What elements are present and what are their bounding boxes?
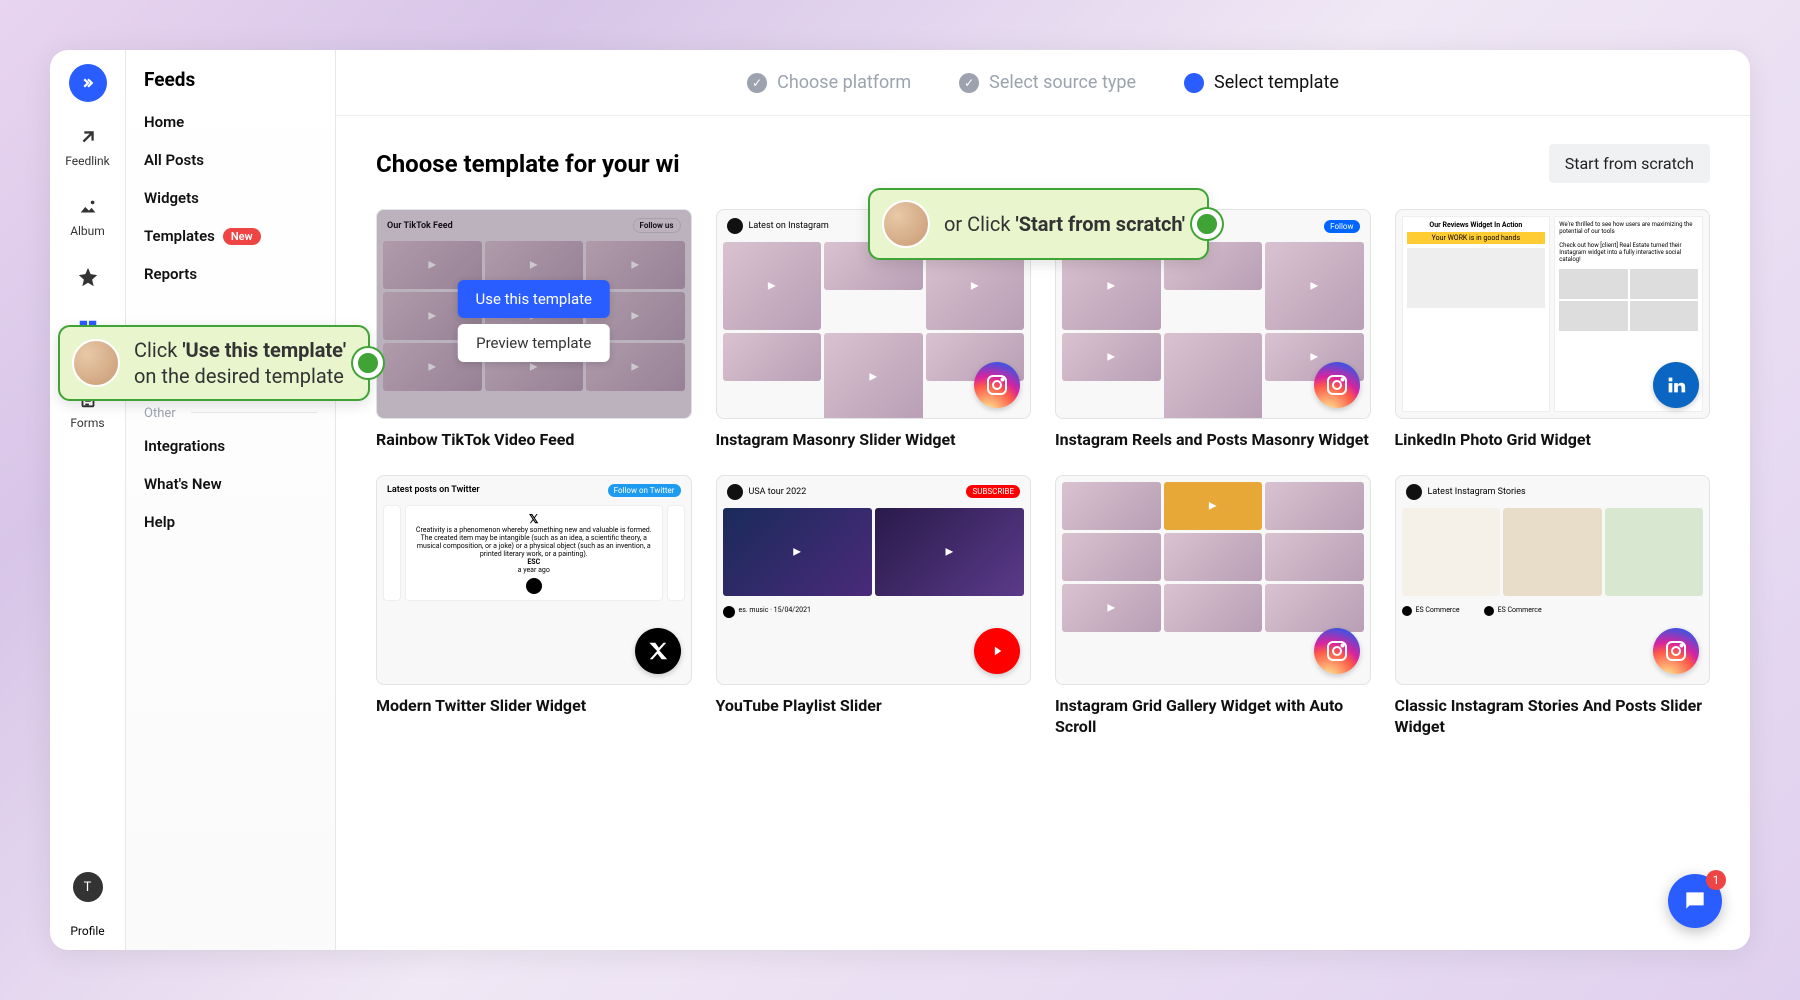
instagram-icon (1314, 628, 1360, 674)
sidebar-home[interactable]: Home (126, 103, 335, 141)
profile-label: Profile (70, 924, 104, 938)
start-from-scratch-button[interactable]: Start from scratch (1549, 144, 1710, 183)
thumb-header: USA tour 2022 (749, 487, 807, 497)
step-label: Select template (1214, 72, 1339, 93)
check-icon: ✓ (959, 73, 979, 93)
template-card[interactable]: USA tour 2022SUBSCRIBE es. music · 15/04… (716, 475, 1032, 738)
template-title: Rainbow TikTok Video Feed (376, 429, 692, 451)
template-title: Instagram Grid Gallery Widget with Auto … (1055, 695, 1371, 738)
rail-label: Album (70, 224, 105, 238)
template-title: LinkedIn Photo Grid Widget (1395, 429, 1711, 451)
check-icon: ✓ (747, 73, 767, 93)
template-card[interactable]: Our TikTok Feed Follow us Use this templ… (376, 209, 692, 451)
template-card[interactable]: Instagram Grid Gallery Widget with Auto … (1055, 475, 1371, 738)
tooltip-start-scratch: or Click 'Start from scratch' (868, 188, 1209, 260)
thumb-follow: SUBSCRIBE (966, 485, 1020, 498)
template-card[interactable]: Latest Instagram Stories ES CommerceES C… (1395, 475, 1711, 738)
stepper: ✓ Choose platform ✓ Select source type S… (336, 50, 1750, 116)
sidebar-templates[interactable]: Templates New (126, 217, 335, 255)
instagram-icon (1653, 628, 1699, 674)
linkedin-icon (1653, 362, 1699, 408)
rail-album[interactable]: Album (50, 190, 125, 242)
rail-label: Feedlink (65, 154, 110, 168)
sidebar-all-posts[interactable]: All Posts (126, 141, 335, 179)
thumb-header: Latest Instagram Stories (1428, 487, 1526, 497)
sidebar-reports[interactable]: Reports (126, 255, 335, 293)
template-card[interactable]: Our Reviews Widget In ActionYour WORK is… (1395, 209, 1711, 451)
tooltip-pointer-icon (353, 348, 383, 378)
new-badge: New (223, 228, 261, 245)
sidebar-whats-new[interactable]: What's New (126, 465, 335, 503)
x-icon (635, 628, 681, 674)
thumb-follow: Follow on Twitter (608, 484, 681, 497)
chat-button[interactable]: 1 (1668, 874, 1722, 928)
thumb-follow: Follow us (633, 218, 681, 233)
tooltip-avatar-icon (72, 339, 120, 387)
sidebar-title: Feeds (126, 50, 335, 103)
instagram-icon (974, 362, 1020, 408)
sidebar-widgets[interactable]: Widgets (126, 179, 335, 217)
template-card[interactable]: Latest posts on Twitter Follow on Twitter… (376, 475, 692, 738)
step-choose-platform[interactable]: ✓ Choose platform (747, 72, 911, 93)
rail-feedlink[interactable]: Feedlink (50, 120, 125, 172)
template-title: Instagram Masonry Slider Widget (716, 429, 1032, 451)
step-select-source[interactable]: ✓ Select source type (959, 72, 1136, 93)
youtube-icon (974, 628, 1020, 674)
tooltip-use-template: Click 'Use this template' on the desired… (58, 325, 370, 401)
step-select-template[interactable]: Select template (1184, 72, 1339, 93)
page-title: Choose template for your wi (376, 150, 680, 178)
chat-icon (1682, 888, 1708, 914)
instagram-icon (1314, 362, 1360, 408)
preview-template-button[interactable]: Preview template (457, 324, 610, 362)
tooltip-avatar-icon (882, 200, 930, 248)
image-icon (75, 194, 101, 220)
template-title: Instagram Reels and Posts Masonry Widget (1055, 429, 1371, 451)
rail-star[interactable] (50, 260, 125, 294)
thumb-header: Our Reviews Widget In Action (1429, 221, 1522, 229)
app-logo[interactable] (69, 64, 107, 102)
star-icon (75, 264, 101, 290)
sidebar-item-label: Templates (144, 227, 215, 245)
profile-avatar[interactable]: T (73, 872, 103, 902)
dot-icon (1184, 73, 1204, 93)
template-title: Classic Instagram Stories And Posts Slid… (1395, 695, 1711, 738)
arrow-up-right-icon (75, 124, 101, 150)
template-title: Modern Twitter Slider Widget (376, 695, 692, 717)
tooltip-pointer-icon (1192, 209, 1222, 239)
sidebar-help[interactable]: Help (126, 503, 335, 541)
sidebar-integrations[interactable]: Integrations (126, 427, 335, 465)
chat-badge: 1 (1706, 870, 1726, 890)
template-title: YouTube Playlist Slider (716, 695, 1032, 717)
step-label: Choose platform (777, 72, 911, 93)
thumb-header: Latest posts on Twitter (387, 485, 480, 495)
thumb-header: Our TikTok Feed (387, 221, 453, 231)
step-label: Select source type (989, 72, 1136, 93)
thumb-follow: Follow (1324, 220, 1359, 233)
use-this-template-button[interactable]: Use this template (457, 280, 610, 318)
rail-label: Forms (70, 416, 104, 430)
thumb-header: Latest on Instagram (749, 221, 829, 231)
